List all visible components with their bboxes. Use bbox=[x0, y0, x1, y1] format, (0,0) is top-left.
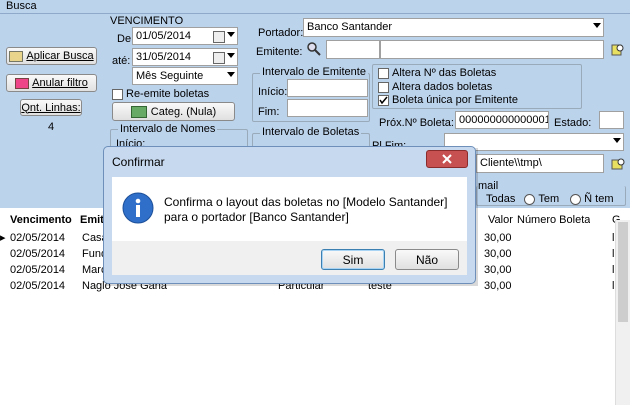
info-icon bbox=[122, 192, 154, 224]
change-number-check[interactable] bbox=[378, 67, 389, 79]
next-number-input[interactable]: 000000000000001 bbox=[455, 111, 549, 129]
next-number-label: Próx.Nº Boleta: bbox=[379, 117, 454, 129]
to-date-value: 31/05/2014 bbox=[136, 51, 192, 63]
close-button[interactable] bbox=[426, 150, 468, 168]
cell-valor: 30,00 bbox=[484, 248, 512, 260]
calendar-icon[interactable] bbox=[213, 52, 225, 64]
email-radio-group: Todas Tem Ñ tem bbox=[476, 193, 613, 205]
email-title: mail bbox=[478, 180, 499, 192]
dialog-message-line2: para o portador [Banco Santander] bbox=[164, 210, 349, 224]
cell-vencimento: 02/05/2014 bbox=[10, 232, 66, 244]
change-data-label: Altera dados boletas bbox=[392, 81, 493, 93]
reemit-label: Re-emite boletas bbox=[126, 88, 210, 100]
close-icon bbox=[442, 154, 452, 164]
estado-label: Estado: bbox=[554, 117, 592, 129]
chevron-down-icon[interactable] bbox=[227, 53, 235, 58]
calendar-icon[interactable] bbox=[213, 31, 225, 43]
reemit-checkbox[interactable]: Re-emite boletas bbox=[112, 88, 209, 100]
chevron-down-icon[interactable] bbox=[593, 23, 601, 28]
from-date-value: 01/05/2014 bbox=[136, 30, 192, 42]
emitente-interval-title: Intervalo de Emitente bbox=[260, 66, 368, 78]
no-label: Não bbox=[415, 252, 438, 267]
search-icon[interactable] bbox=[306, 41, 322, 57]
emitente-end-input[interactable] bbox=[287, 99, 368, 117]
line-count-label: Qnt. Linhas: bbox=[21, 101, 81, 114]
col-valor[interactable]: Valor bbox=[488, 212, 513, 228]
names-interval-title: Intervalo de Nomes bbox=[118, 123, 218, 135]
to-date-label: até: bbox=[112, 55, 131, 67]
line-count-value: 4 bbox=[48, 121, 55, 133]
dialog-message-line1: Confirma o layout das boletas no [Modelo… bbox=[164, 195, 448, 209]
line-count-button[interactable]: Qnt. Linhas: bbox=[20, 99, 82, 116]
lookup-icon[interactable] bbox=[611, 42, 625, 57]
period-select[interactable]: Mês Seguinte bbox=[132, 67, 238, 85]
divider bbox=[0, 13, 630, 14]
estado-input[interactable] bbox=[599, 111, 624, 129]
reemit-check[interactable] bbox=[112, 88, 123, 100]
cell-valor: 30,00 bbox=[484, 280, 512, 292]
boletas-interval-title: Intervalo de Boletas bbox=[260, 126, 362, 138]
path-input[interactable]: Cliente\\tmp\ bbox=[476, 154, 604, 173]
col-vencimento[interactable]: Vencimento bbox=[10, 212, 72, 228]
from-date-input[interactable]: 01/05/2014 bbox=[132, 27, 238, 45]
email-has-label: Tem bbox=[538, 193, 560, 205]
emitente-code-input[interactable] bbox=[326, 40, 380, 59]
change-number-option[interactable]: Altera Nº das Boletas bbox=[378, 67, 496, 79]
email-none-label: Ñ tem bbox=[584, 193, 614, 205]
clear-filter-button[interactable]: Anular filtro bbox=[6, 74, 97, 92]
category-label: Categ. (Nula) bbox=[150, 105, 217, 118]
chevron-down-icon[interactable] bbox=[227, 72, 235, 77]
cell-valor: 30,00 bbox=[484, 264, 512, 276]
portador-label: Portador: bbox=[258, 27, 304, 39]
apply-icon bbox=[9, 50, 24, 62]
emitente-end-label: Fim: bbox=[258, 106, 280, 118]
dialog-body: Confirma o layout das boletas no [Modelo… bbox=[112, 177, 467, 241]
change-data-check[interactable] bbox=[378, 81, 389, 93]
vencimento-title: VENCIMENTO bbox=[110, 15, 184, 27]
col-numero[interactable]: Número Boleta bbox=[517, 212, 590, 228]
chevron-down-icon[interactable] bbox=[613, 138, 621, 143]
apply-search-button[interactable]: Aplicar Busca bbox=[6, 47, 97, 65]
emitente-name-input[interactable] bbox=[380, 40, 604, 59]
portador-select[interactable]: Banco Santander bbox=[303, 18, 604, 37]
cell-vencimento: 02/05/2014 bbox=[10, 280, 66, 292]
single-boleta-check[interactable] bbox=[378, 94, 389, 106]
change-number-label: Altera Nº das Boletas bbox=[392, 67, 497, 79]
to-date-input[interactable]: 31/05/2014 bbox=[132, 48, 238, 66]
single-boleta-label: Boleta única por Emitente bbox=[392, 94, 518, 106]
email-has-radio[interactable] bbox=[524, 193, 536, 205]
row-pointer-icon: ▸ bbox=[0, 232, 6, 244]
email-all-label: Todas bbox=[486, 193, 516, 205]
emitente-start-input[interactable] bbox=[287, 79, 368, 97]
dialog-title: Confirmar bbox=[112, 155, 165, 169]
single-boleta-option[interactable]: Boleta única por Emitente bbox=[378, 94, 518, 106]
confirm-dialog: Confirmar Confirma o layout das boletas … bbox=[103, 146, 476, 284]
yes-label: Sim bbox=[342, 252, 364, 267]
portador-value: Banco Santander bbox=[307, 21, 393, 33]
change-data-option[interactable]: Altera dados boletas bbox=[378, 81, 492, 93]
path-value: Cliente\\tmp\ bbox=[480, 157, 542, 169]
cell-vencimento: 02/05/2014 bbox=[10, 248, 66, 260]
next-number-value: 000000000000001 bbox=[459, 114, 549, 126]
category-icon bbox=[130, 105, 147, 118]
email-none-radio[interactable] bbox=[570, 193, 582, 205]
no-button[interactable]: Não bbox=[395, 249, 459, 270]
check-icon bbox=[379, 96, 388, 104]
emitente-label: Emitente: bbox=[256, 46, 303, 58]
folder-icon[interactable] bbox=[611, 156, 625, 171]
eraser-icon bbox=[15, 77, 30, 89]
category-button[interactable]: Categ. (Nula) bbox=[112, 102, 235, 121]
panel-title: Busca bbox=[0, 0, 630, 13]
apply-search-label: Aplicar Busca bbox=[26, 50, 94, 62]
yes-button[interactable]: Sim bbox=[321, 249, 385, 270]
scrollbar-thumb[interactable] bbox=[618, 222, 628, 322]
period-value: Mês Seguinte bbox=[136, 70, 204, 82]
grid-scrollbar[interactable] bbox=[615, 220, 630, 405]
clear-filter-label: Anular filtro bbox=[32, 77, 88, 89]
chevron-down-icon[interactable] bbox=[227, 32, 235, 37]
emitente-start-label: Início: bbox=[258, 86, 288, 98]
cell-valor: 30,00 bbox=[484, 232, 512, 244]
dialog-footer: Sim Não bbox=[112, 241, 467, 275]
cell-vencimento: 02/05/2014 bbox=[10, 264, 66, 276]
